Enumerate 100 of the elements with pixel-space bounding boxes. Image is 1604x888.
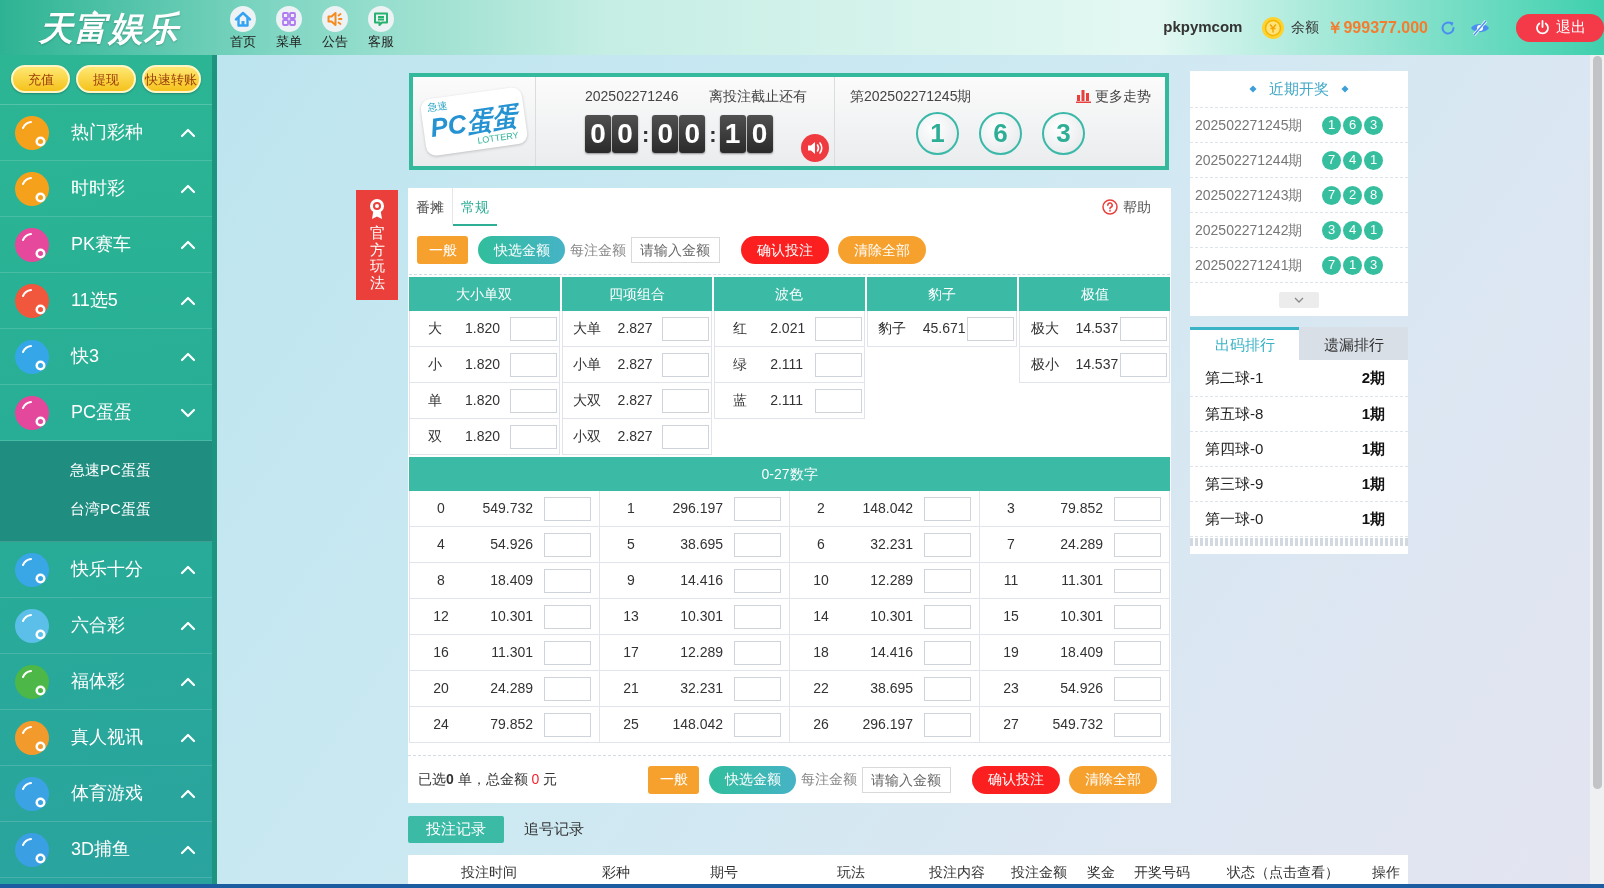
bet-amount-field[interactable] (544, 568, 591, 593)
confirm-bet-button[interactable]: 确认投注 (972, 765, 1060, 794)
result-number: 4 (1343, 150, 1362, 170)
bet-amount-field[interactable] (509, 424, 557, 449)
nav-button[interactable]: 公告 (312, 5, 358, 50)
sidebar-item[interactable]: 时时彩 (0, 161, 212, 217)
odds-value: 12.289 (869, 571, 913, 590)
trend-link[interactable]: 更多走势 (1076, 86, 1151, 106)
bet-amount-field[interactable] (734, 640, 781, 665)
column-header: 极值 (1019, 277, 1170, 311)
scrollbar-thumb[interactable] (1592, 56, 1602, 789)
sound-icon[interactable] (800, 134, 829, 162)
bet-amount-field[interactable] (544, 712, 591, 737)
number-label: 18 (812, 643, 830, 662)
bet-amount-field[interactable] (924, 640, 971, 665)
bet-amount-field[interactable] (814, 388, 862, 413)
sidebar-item[interactable]: 3D捕鱼 (0, 822, 212, 878)
option-label: 双 (426, 427, 443, 446)
mode-button[interactable]: 一般 (648, 765, 699, 794)
bet-amount-field[interactable] (509, 352, 557, 377)
tab[interactable]: 投注记录 (408, 816, 504, 843)
sidebar-item[interactable]: 真人视讯 (0, 710, 212, 766)
bet-amount-field[interactable] (544, 604, 591, 629)
bet-amount-field[interactable] (1114, 640, 1161, 665)
tab[interactable]: 常规 (453, 188, 497, 226)
help-link[interactable]: 帮助 (1102, 188, 1151, 226)
bet-amount-field[interactable] (1114, 532, 1161, 557)
odds-value: 11.301 (1060, 571, 1103, 590)
bet-amount-field[interactable] (734, 568, 781, 593)
bet-amount-field[interactable] (662, 388, 710, 413)
odds-value: 296.197 (671, 499, 723, 518)
bet-amount-field[interactable] (734, 604, 781, 629)
odds-value: 32.231 (679, 679, 723, 698)
clear-all-button[interactable]: 清除全部 (838, 236, 926, 264)
expand-button[interactable] (1279, 292, 1319, 308)
result-number: 4 (1343, 220, 1362, 240)
logout-button[interactable]: 退出 (1516, 13, 1604, 42)
sidebar-item[interactable]: PK赛车 (0, 217, 212, 273)
bet-amount-field[interactable] (1120, 352, 1167, 377)
sidebar-item[interactable]: 六合彩 (0, 598, 212, 654)
bet-amount-field[interactable] (544, 532, 591, 557)
bet-amount-field[interactable] (924, 712, 971, 737)
bet-amount-field[interactable] (924, 568, 971, 593)
quick-amount-button[interactable]: 快选金额 (709, 765, 796, 794)
bet-amount-field[interactable] (662, 352, 710, 377)
bet-amount-field[interactable] (1114, 676, 1161, 701)
tab[interactable]: 遗漏排行 (1299, 327, 1408, 360)
wallet-button[interactable]: 提现 (76, 65, 136, 93)
bet-amount-field[interactable] (734, 496, 781, 521)
coin-icon (1262, 16, 1285, 39)
sidebar-item[interactable]: 快3 (0, 329, 212, 385)
sidebar-item[interactable]: 快乐十分 (0, 542, 212, 598)
bet-amount-field[interactable] (662, 424, 710, 449)
bet-amount-field[interactable] (734, 532, 781, 557)
sidebar-item[interactable]: 11选5 (0, 273, 212, 329)
column-header: 玩法 (837, 862, 865, 882)
bet-amount-field[interactable] (814, 316, 862, 341)
eye-slash-icon[interactable] (1470, 19, 1490, 36)
bet-amount-field[interactable] (509, 388, 557, 413)
nav-button[interactable]: 首页 (220, 5, 266, 50)
mode-button[interactable]: 一般 (417, 236, 468, 264)
bet-amount-field[interactable] (924, 604, 971, 629)
bet-amount-field[interactable] (544, 676, 591, 701)
bet-amount-field[interactable] (924, 496, 971, 521)
confirm-bet-button[interactable]: 确认投注 (741, 236, 829, 264)
option-label: 极大 (1029, 319, 1060, 338)
clear-all-button[interactable]: 清除全部 (1069, 765, 1157, 794)
bet-amount-field[interactable] (1120, 316, 1167, 341)
bet-amount-field[interactable] (924, 676, 971, 701)
bet-amount-field[interactable] (509, 316, 557, 341)
sidebar-item[interactable]: 热门彩种 (0, 105, 212, 161)
bet-amount-field[interactable] (814, 352, 862, 377)
bet-amount-field[interactable] (544, 640, 591, 665)
bet-amount-field[interactable] (967, 316, 1015, 341)
nav-button[interactable]: 菜单 (266, 5, 312, 50)
bet-amount-field[interactable] (924, 532, 971, 557)
amount-input[interactable]: 请输入金额 (862, 766, 951, 793)
official-play-tab[interactable]: 官方玩法 (356, 190, 398, 300)
sidebar-item[interactable]: 体育游戏 (0, 766, 212, 822)
tab[interactable]: 追号记录 (516, 816, 592, 843)
bet-amount-field[interactable] (1114, 568, 1161, 593)
wallet-button[interactable]: 充值 (11, 65, 71, 93)
card-title: 近期开奖 (1269, 78, 1329, 99)
quick-amount-button[interactable]: 快选金额 (478, 236, 565, 264)
bet-amount-field[interactable] (662, 316, 710, 341)
sidebar-subitem[interactable]: 台湾PC蛋蛋 (0, 490, 212, 529)
sidebar-subitem[interactable]: 急速PC蛋蛋 (0, 451, 212, 490)
refresh-icon[interactable] (1440, 19, 1456, 36)
bet-amount-field[interactable] (1114, 604, 1161, 629)
amount-input[interactable]: 请输入金额 (631, 237, 720, 263)
bet-amount-field[interactable] (544, 496, 591, 521)
odds-value: 32.231 (869, 535, 913, 554)
wallet-button[interactable]: 快速转账 (141, 65, 201, 93)
sidebar-item[interactable]: 福体彩 (0, 654, 212, 710)
tab[interactable]: 番摊 (408, 188, 453, 226)
nav-button[interactable]: 客服 (358, 5, 404, 50)
bet-amount-field[interactable] (734, 712, 781, 737)
bet-amount-field[interactable] (734, 676, 781, 701)
bet-amount-field[interactable] (1114, 712, 1161, 737)
bet-amount-field[interactable] (1114, 496, 1161, 521)
